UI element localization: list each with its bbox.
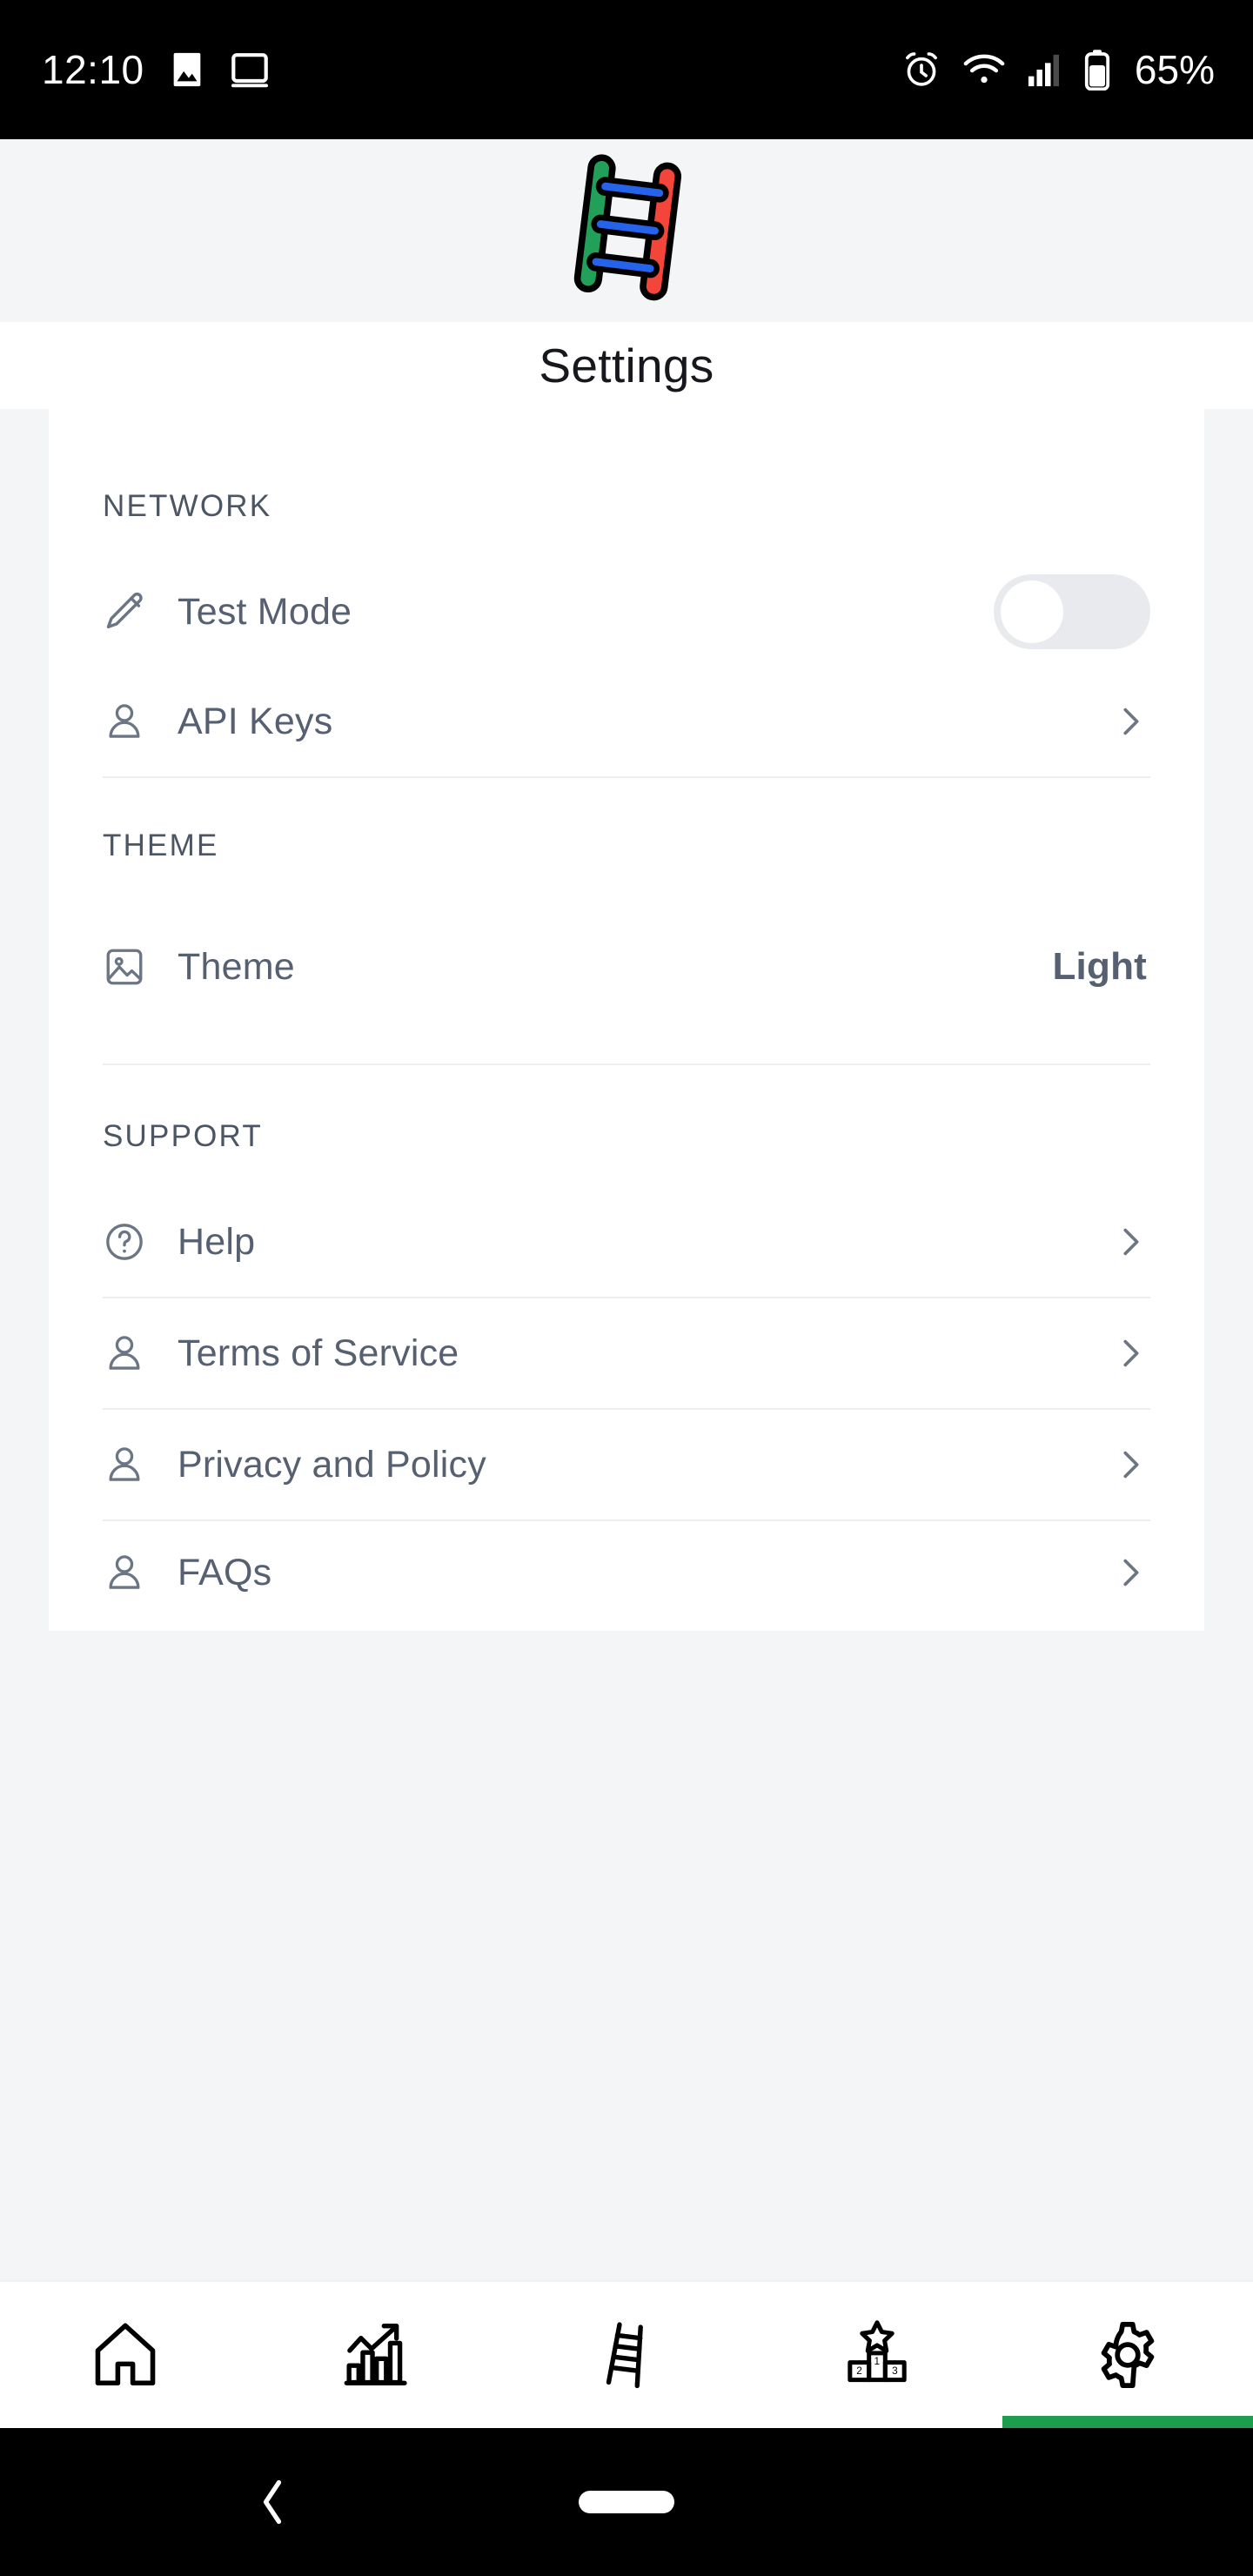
app-logo-bar: [0, 139, 1253, 322]
wifi-icon: [962, 52, 1006, 87]
chevron-right-icon: [1110, 1222, 1150, 1262]
svg-text:1: 1: [874, 2355, 881, 2367]
android-nav-bar: [0, 2428, 1253, 2576]
settings-row-label: Help: [178, 1220, 256, 1263]
status-bar-left: 12:10: [42, 50, 270, 90]
toggle-knob: [1001, 580, 1063, 643]
tab-stats[interactable]: [251, 2282, 501, 2428]
chevron-right-icon: [1110, 701, 1150, 741]
settings-row-label: API Keys: [178, 700, 333, 742]
settings-row-privacy[interactable]: Privacy and Policy: [103, 1410, 1150, 1519]
test-mode-toggle[interactable]: [994, 574, 1150, 649]
svg-text:3: 3: [892, 2365, 898, 2377]
tab-ladder[interactable]: [501, 2282, 752, 2428]
bar-chart-icon: [338, 2318, 413, 2392]
gear-icon: [1090, 2318, 1165, 2392]
settings-row-label: Test Mode: [178, 590, 352, 633]
person-icon: [103, 1332, 178, 1375]
settings-row-label: Privacy and Policy: [178, 1443, 486, 1486]
home-icon: [88, 2318, 163, 2392]
tab-home[interactable]: [0, 2282, 251, 2428]
theme-value: Light: [1052, 945, 1147, 988]
ladder-icon: [589, 2318, 664, 2392]
page-title-bar: Settings: [0, 322, 1253, 409]
svg-text:2: 2: [856, 2365, 862, 2377]
help-circle-icon: [103, 1220, 178, 1264]
settings-row-label: FAQs: [178, 1551, 272, 1593]
person-icon: [103, 1443, 178, 1486]
podium-icon: 1 2 3: [840, 2318, 915, 2392]
alarm-icon: [901, 50, 941, 90]
cellular-signal-icon: [1027, 51, 1063, 88]
settings-row-test-mode[interactable]: Test Mode: [103, 557, 1150, 667]
person-icon: [103, 1551, 178, 1594]
photo-icon: [167, 50, 207, 90]
settings-row-terms[interactable]: Terms of Service: [103, 1298, 1150, 1408]
section-header-support: SUPPORT: [103, 1119, 263, 1153]
settings-row-label: Theme: [178, 945, 295, 988]
person-icon: [103, 700, 178, 743]
settings-row-theme[interactable]: Theme Light: [103, 912, 1150, 1022]
section-header-theme: THEME: [103, 828, 219, 862]
battery-icon: [1084, 49, 1110, 91]
tab-leaderboard[interactable]: 1 2 3: [752, 2282, 1002, 2428]
back-chevron-icon[interactable]: [252, 2476, 292, 2528]
image-icon: [103, 945, 178, 989]
screencast-icon: [230, 51, 270, 88]
settings-row-faqs[interactable]: FAQs: [103, 1521, 1150, 1631]
pencil-icon: [103, 589, 178, 634]
phone-screen: 12:10 65% Settings NETWORK Test Mode API…: [0, 0, 1253, 2576]
settings-row-api-keys[interactable]: API Keys: [103, 667, 1150, 776]
bottom-tab-bar: 1 2 3: [0, 2280, 1253, 2428]
tab-settings[interactable]: [1002, 2282, 1253, 2428]
status-time: 12:10: [42, 47, 144, 92]
status-bar-right: 65%: [901, 49, 1215, 91]
settings-content: NETWORK Test Mode API Keys THEME Theme L…: [0, 409, 1253, 2263]
active-tab-indicator: [1002, 2416, 1253, 2428]
settings-row-help[interactable]: Help: [103, 1187, 1150, 1297]
chevron-right-icon: [1110, 1553, 1150, 1593]
battery-percent: 65%: [1134, 47, 1215, 92]
settings-row-label: Terms of Service: [178, 1332, 459, 1374]
page-title: Settings: [539, 339, 714, 392]
chevron-right-icon: [1110, 1333, 1150, 1373]
ladder-logo: [544, 148, 709, 313]
theme-spacer: [103, 863, 1150, 912]
home-pill-icon[interactable]: [579, 2491, 674, 2513]
section-header-network: NETWORK: [103, 489, 272, 523]
status-bar: 12:10 65%: [0, 0, 1253, 139]
chevron-right-icon: [1110, 1445, 1150, 1485]
settings-card: NETWORK Test Mode API Keys THEME Theme L…: [49, 409, 1204, 1631]
